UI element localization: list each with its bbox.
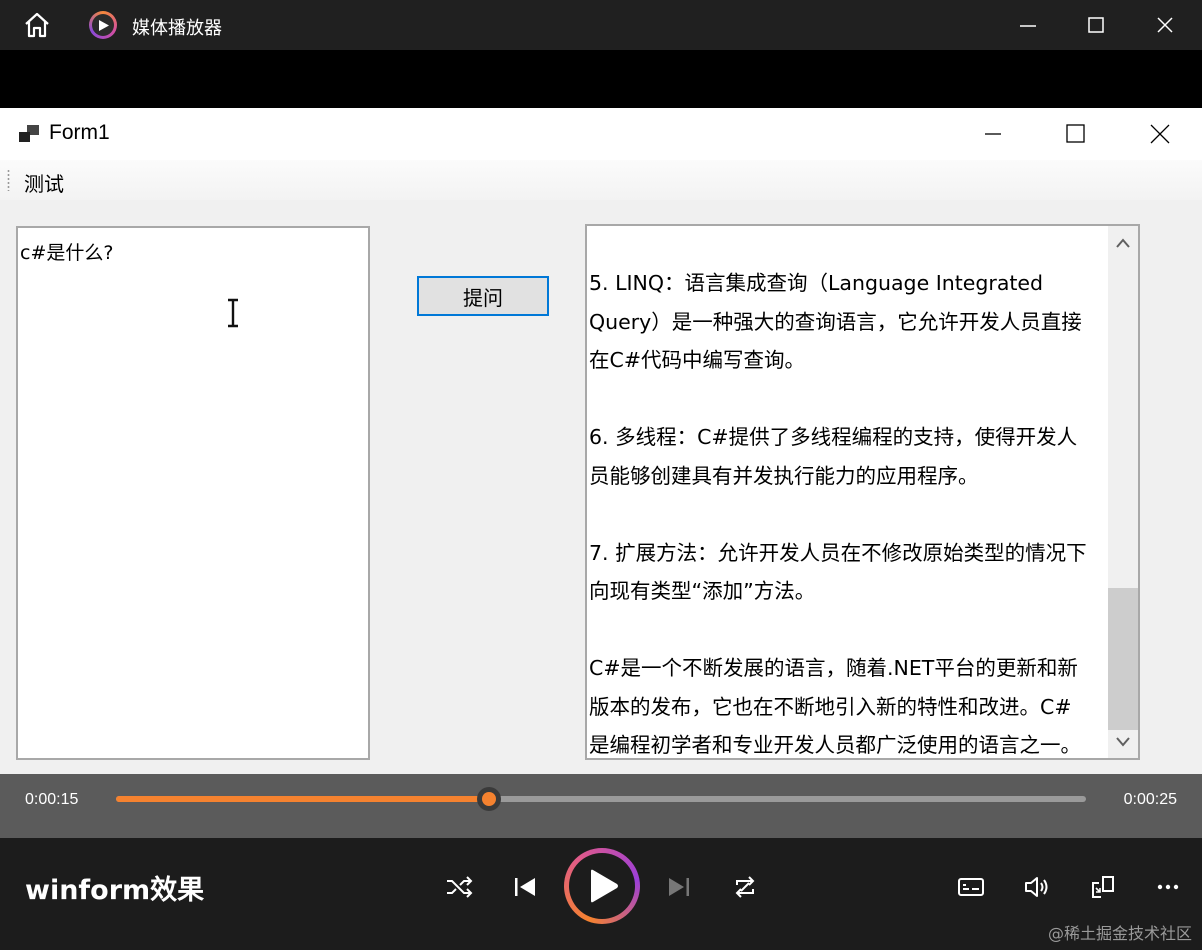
- text-cursor-icon: [223, 298, 243, 328]
- form-titlebar: Form1: [0, 108, 1202, 160]
- question-input[interactable]: c#是什么?: [16, 226, 370, 760]
- progress-area: 0:00:15 0:00:25: [0, 774, 1202, 838]
- seek-thumb[interactable]: [477, 787, 502, 811]
- scroll-down-icon[interactable]: [1108, 728, 1138, 756]
- playback-controls: winform效果 @稀土掘金技术社区: [0, 838, 1202, 950]
- form-app-icon: [18, 124, 40, 144]
- play-button[interactable]: [564, 848, 640, 924]
- answer-line: C#是一个不断发展的语言，随着.NET平台的更新和新: [589, 656, 1078, 680]
- close-icon[interactable]: [1153, 13, 1177, 37]
- media-player-titlebar: 媒体播放器: [0, 0, 1202, 50]
- media-title: winform效果: [25, 875, 205, 906]
- answer-line: 是编程初学者和专业开发人员都广泛使用的语言之一。: [589, 733, 1081, 757]
- video-letterbox: [0, 50, 1202, 108]
- mini-view-icon[interactable]: [1088, 872, 1118, 902]
- menu-grip[interactable]: [7, 169, 10, 191]
- volume-icon[interactable]: [1022, 872, 1052, 902]
- scroll-thumb[interactable]: [1108, 588, 1138, 730]
- form-title: Form1: [49, 121, 110, 144]
- form-window: Form1 测试 c#是什么? 提问 5. LINQ：语言集成查询（Langua…: [0, 108, 1202, 774]
- menu-bar: 测试: [0, 160, 1202, 200]
- menu-item-test[interactable]: 测试: [24, 168, 64, 197]
- question-text: c#是什么?: [20, 242, 114, 264]
- vertical-scrollbar[interactable]: [1108, 226, 1138, 758]
- answer-line: 版本的发布，它也在不断地引入新的特性和改进。C#: [589, 694, 1072, 719]
- subtitles-icon[interactable]: [956, 872, 986, 902]
- seek-bar[interactable]: [116, 787, 1086, 811]
- answer-blank-line: [589, 611, 1109, 650]
- answer-blank-line: [589, 495, 1109, 534]
- answer-line: 7. 扩展方法：允许开发人员在不修改原始类型的情况下: [589, 540, 1087, 565]
- previous-icon[interactable]: [510, 872, 540, 902]
- answer-line: Query）是一种强大的查询语言，它允许开发人员直接: [589, 309, 1082, 334]
- form-minimize-icon[interactable]: [981, 122, 1005, 146]
- ask-button[interactable]: 提问: [417, 276, 549, 316]
- more-options-icon[interactable]: [1154, 872, 1184, 902]
- maximize-icon[interactable]: [1084, 13, 1108, 37]
- home-icon[interactable]: [22, 11, 52, 39]
- minimize-icon[interactable]: [1016, 13, 1040, 37]
- media-player-logo-icon: [89, 11, 117, 39]
- play-icon: [591, 869, 618, 903]
- answer-blank-line: [589, 380, 1109, 419]
- answer-line: 在C#代码中编写查询。: [589, 348, 805, 372]
- shuffle-icon[interactable]: [444, 872, 474, 902]
- repeat-icon[interactable]: [730, 872, 760, 902]
- answer-line: 向现有类型“添加”方法。: [589, 579, 816, 603]
- current-time: 0:00:15: [25, 791, 79, 808]
- answer-line: 6. 多线程：C#提供了多线程编程的支持，使得开发人: [589, 425, 1078, 449]
- answer-text: 5. LINQ：语言集成查询（Language Integrated Query）…: [589, 264, 1109, 758]
- watermark: @稀土掘金技术社区: [1047, 924, 1192, 943]
- answer-line: 5. LINQ：语言集成查询（Language Integrated: [589, 271, 1044, 295]
- seek-bar-fill: [116, 796, 490, 802]
- form-close-icon[interactable]: [1148, 122, 1172, 146]
- total-time: 0:00:25: [1123, 791, 1177, 808]
- answer-line: 员能够创建具有并发执行能力的应用程序。: [589, 463, 979, 488]
- form-maximize-icon[interactable]: [1064, 122, 1088, 146]
- next-icon[interactable]: [664, 872, 694, 902]
- scroll-up-icon[interactable]: [1108, 228, 1138, 256]
- app-title: 媒体播放器: [132, 18, 222, 39]
- answer-output[interactable]: 5. LINQ：语言集成查询（Language Integrated Query）…: [585, 224, 1140, 760]
